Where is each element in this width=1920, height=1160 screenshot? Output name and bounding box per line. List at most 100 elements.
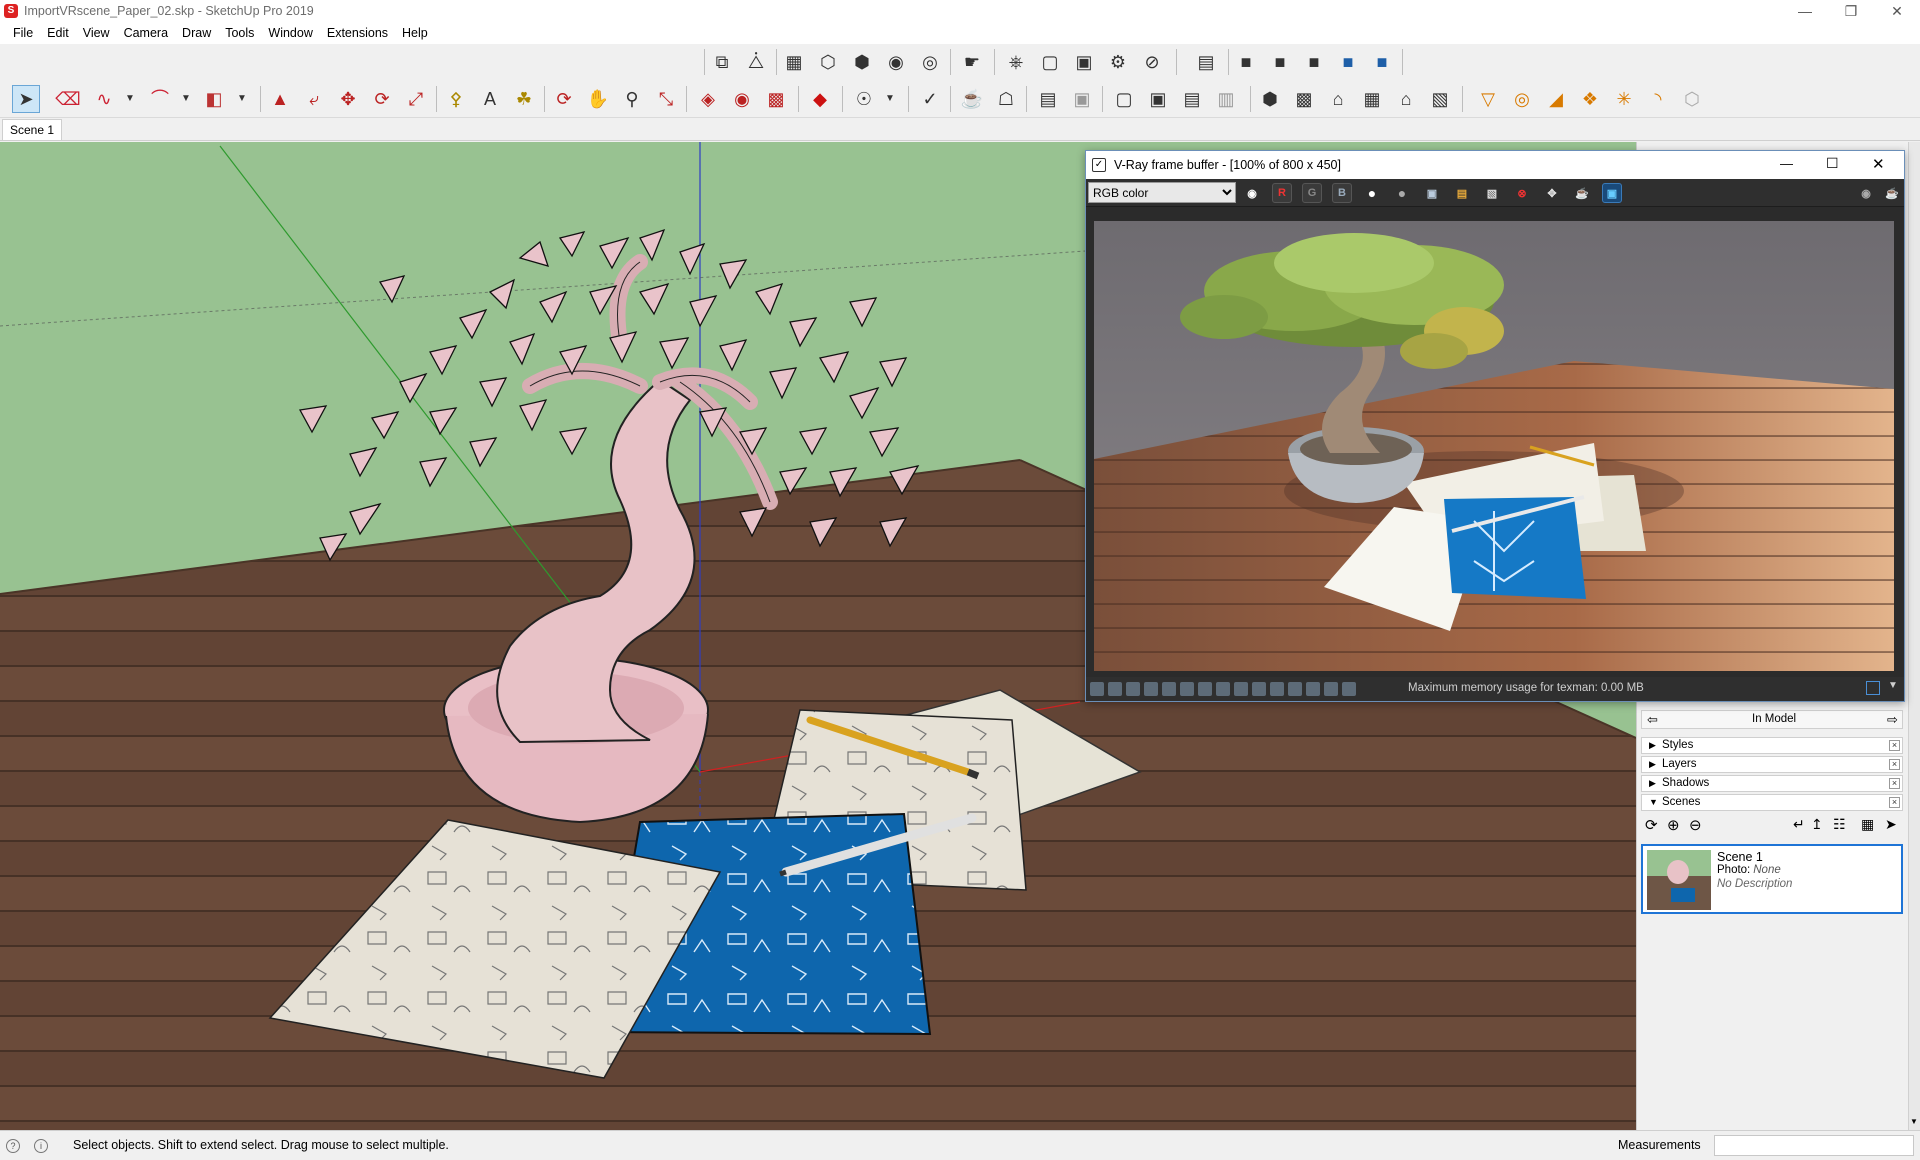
rectangle-tool-button[interactable]: ◧ [200, 85, 228, 113]
menu-draw[interactable]: Draw [175, 26, 218, 40]
textured-icon[interactable]: ◎ [916, 48, 944, 76]
move-scene-down-icon[interactable]: ↵ [1793, 816, 1805, 833]
view-options-icon[interactable]: ☷ [1833, 816, 1846, 833]
warehouse-button[interactable]: ◈ [694, 85, 722, 113]
stack-icon-5[interactable]: ■ [1368, 48, 1396, 76]
vfb-status-icon-7[interactable] [1198, 682, 1212, 696]
freehand-tool-button[interactable]: ∿ [90, 85, 118, 113]
vfb-status-icon-9[interactable] [1234, 682, 1248, 696]
tray-scrollbar[interactable]: ▼ [1908, 142, 1920, 1130]
frame-buffer-button[interactable]: ▤ [1034, 85, 1062, 113]
vfb-maximize-button[interactable]: ☐ [1826, 155, 1839, 172]
refresh-scene-icon[interactable]: ⟳ [1645, 816, 1658, 834]
vfb-status-icon-10[interactable] [1252, 682, 1266, 696]
sandbox-icon-4[interactable]: ❖ [1576, 85, 1604, 113]
scroll-down-icon[interactable]: ▼ [1910, 1117, 1918, 1126]
mono-icon[interactable]: ● [1392, 183, 1412, 203]
forward-arrow-icon[interactable]: ⇨ [1887, 712, 1898, 728]
text-tool-button[interactable]: A [476, 85, 504, 113]
sketchy-icon[interactable]: ⚙ [1104, 48, 1132, 76]
close-button[interactable]: ✕ [1874, 0, 1920, 22]
tray-panel-scenes[interactable]: ▼ Scenes × [1641, 794, 1903, 811]
sandbox-icon-2[interactable]: ◎ [1508, 85, 1536, 113]
home-icon[interactable]: ⌂ [1324, 85, 1352, 113]
vfb-status-icon-8[interactable] [1216, 682, 1230, 696]
scene-card[interactable]: Scene 1 Photo: None No Description [1641, 844, 1903, 914]
box-icon[interactable]: ▢ [1036, 48, 1064, 76]
ies-light-button[interactable]: ▥ [1212, 85, 1240, 113]
chevron-down-icon[interactable]: ▼ [116, 85, 144, 113]
scene-menu-icon[interactable]: ➤ [1885, 816, 1897, 833]
open-folder-icon[interactable]: ▤ [1452, 183, 1472, 203]
tray-panel-layers[interactable]: ▶ Layers × [1641, 756, 1903, 773]
spot-light-button[interactable]: ▤ [1178, 85, 1206, 113]
menu-camera[interactable]: Camera [117, 26, 175, 40]
push-pull-tool-button[interactable]: ▲ [266, 85, 294, 113]
stack-icon-1[interactable]: ■ [1232, 48, 1260, 76]
render-teapot-button[interactable]: ☕ [958, 85, 986, 113]
clipboard-icon[interactable]: ▧ [1482, 183, 1502, 203]
menu-help[interactable]: Help [395, 26, 435, 40]
measurements-input[interactable] [1714, 1135, 1914, 1156]
interactive-render-button[interactable]: ☖ [992, 85, 1020, 113]
menu-window[interactable]: Window [261, 26, 319, 40]
extension-warehouse-button[interactable]: ◉ [728, 85, 756, 113]
red-channel-button[interactable]: R [1272, 183, 1292, 203]
close-panel-icon[interactable]: × [1889, 797, 1900, 808]
stack-icon-4[interactable]: ■ [1334, 48, 1362, 76]
pointer-select-icon[interactable]: ☛ [958, 48, 986, 76]
sandbox-icon-3[interactable]: ◢ [1542, 85, 1570, 113]
components-icon[interactable]: ⧉ [708, 48, 736, 76]
move-scene-up-icon[interactable]: ↥ [1811, 816, 1823, 833]
solid-box-icon[interactable]: ▣ [1070, 48, 1098, 76]
channel-select[interactable]: RGB color [1088, 182, 1236, 203]
zoom-extents-button[interactable]: ⤡ [652, 85, 680, 113]
chevron-down-icon[interactable]: ▼ [172, 85, 200, 113]
wireframe-icon[interactable]: ⬡ [814, 48, 842, 76]
tray-panel-styles[interactable]: ▶ Styles × [1641, 737, 1903, 754]
vfb-status-icon-4[interactable] [1144, 682, 1158, 696]
sandbox-icon-1[interactable]: ▽ [1474, 85, 1502, 113]
sandbox-icon-5[interactable]: ✳ [1610, 85, 1638, 113]
scale-tool-button[interactable]: ⤢ [402, 85, 430, 113]
hide-icon[interactable]: ⊘ [1138, 48, 1166, 76]
vfb-status-icon-5[interactable] [1162, 682, 1176, 696]
select-tool-button[interactable]: ➤ [12, 85, 40, 113]
minimize-button[interactable]: — [1782, 0, 1828, 22]
send-to-layout-button[interactable]: ▩ [762, 85, 790, 113]
back-view-button[interactable]: ▧ [1426, 85, 1454, 113]
close-panel-icon[interactable]: × [1889, 759, 1900, 770]
vfb-status-icon-14[interactable] [1324, 682, 1338, 696]
arc-tool-button[interactable]: ⌒ [146, 85, 174, 113]
move-tool-button[interactable]: ✥ [334, 85, 362, 113]
vfb-status-icon-15[interactable] [1342, 682, 1356, 696]
menu-extensions[interactable]: Extensions [320, 26, 395, 40]
add-scene-icon[interactable]: ⊕ [1667, 816, 1680, 834]
menu-view[interactable]: View [76, 26, 117, 40]
alpha-white-icon[interactable]: ● [1362, 183, 1382, 203]
chevron-down-icon[interactable]: ▼ [1888, 680, 1898, 691]
geo-location-icon[interactable]: ? [6, 1139, 20, 1153]
eraser-tool-button[interactable]: ⌫ [54, 85, 82, 113]
zoom-tool-button[interactable]: ⚲ [618, 85, 646, 113]
color-circles-icon[interactable]: ◉ [1242, 183, 1262, 203]
ruby-console-button[interactable]: ◆ [806, 85, 834, 113]
menu-file[interactable]: File [6, 26, 40, 40]
teapot-icon[interactable]: ☕ [1572, 183, 1592, 203]
tape-measure-button[interactable]: ⚴ [442, 85, 470, 113]
section-fill-icon[interactable]: ⎈ [1002, 48, 1030, 76]
blue-channel-button[interactable]: B [1332, 183, 1352, 203]
stack-icon-3[interactable]: ■ [1300, 48, 1328, 76]
pan-tool-button[interactable]: ✋ [584, 85, 612, 113]
vfb-status-icon-1[interactable] [1090, 682, 1104, 696]
vfb-status-icon-3[interactable] [1126, 682, 1140, 696]
vfb-status-icon-6[interactable] [1180, 682, 1194, 696]
track-mouse-icon[interactable]: ✥ [1542, 183, 1562, 203]
hidden-line-icon[interactable]: ⬢ [848, 48, 876, 76]
front-view-button[interactable]: ▦ [1358, 85, 1386, 113]
close-panel-icon[interactable]: × [1889, 778, 1900, 789]
layer-icon[interactable]: ▤ [1192, 48, 1220, 76]
sphere-light-button[interactable]: ▣ [1144, 85, 1172, 113]
top-view-button[interactable]: ▩ [1290, 85, 1318, 113]
vray-asset-editor-button[interactable]: ☉ [850, 85, 878, 113]
